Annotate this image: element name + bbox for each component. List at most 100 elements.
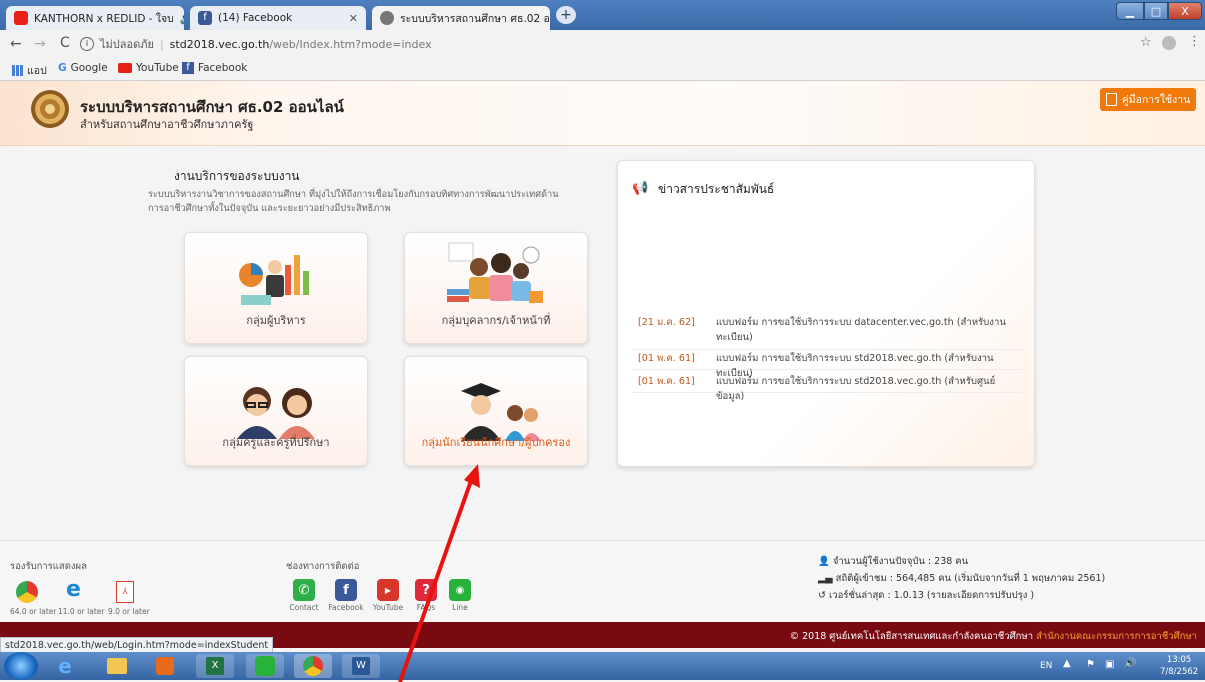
contact-links: ✆ Contact f Facebook ▶ YouTube ? FAQs ◉ … — [284, 579, 514, 621]
bookmark-apps[interactable]: แอป — [12, 62, 47, 79]
taskbar-ie[interactable]: e — [46, 654, 84, 678]
new-tab-button[interactable]: + — [556, 6, 576, 24]
close-window-button[interactable]: X — [1168, 2, 1202, 20]
forward-arrow-icon[interactable]: → — [34, 36, 46, 52]
news-date: [01 พ.ค. 61] — [638, 376, 695, 387]
ministry-seal-logo — [31, 90, 69, 128]
menu-kebab-icon[interactable]: ⋮ — [1188, 34, 1201, 49]
copyright-text: © 2018 ศูนย์เทคโนโลยีสารสนเทศและกำลังคนอ… — [790, 629, 1197, 644]
youtube-favicon-icon — [14, 11, 28, 25]
news-date: [21 ม.ค. 62] — [638, 317, 695, 328]
security-label: ไม่ปลอดภัย — [100, 38, 154, 51]
taskbar-explorer[interactable] — [98, 654, 136, 678]
youtube-icon: ▶ — [377, 579, 399, 601]
pdf-icon: ⅄ — [116, 581, 134, 603]
bookmarks-bar: แอป G Google YouTube f Facebook — [0, 58, 1205, 81]
card-teachers[interactable]: กลุ่มครูและครูที่ปรึกษา — [184, 356, 368, 466]
url-host: std2018.vec.go.th — [169, 37, 270, 51]
version-row: ↺ เวอร์ชั่นล่าสุด : 1.0.13 (รายละเอียดกา… — [818, 587, 1105, 604]
services-description: ระบบบริหารงานวิชาการของสถานศึกษา ที่มุ่ง… — [148, 188, 598, 216]
divider: | — [159, 37, 164, 51]
reload-icon[interactable]: C — [60, 35, 70, 51]
line-app-icon — [255, 656, 275, 676]
news-item[interactable]: [21 ม.ค. 62] แบบฟอร์ม การขอใช้บริการระบบ… — [632, 312, 1022, 350]
site-footer: รองรับการแสดงผล 64.0 or later e 11.0 or … — [0, 540, 1205, 623]
taskbar-excel[interactable]: X — [196, 654, 234, 678]
windows-start-button[interactable] — [4, 652, 38, 680]
students-graduation-illustration — [461, 383, 541, 441]
address-field[interactable]: i ไม่ปลอดภัย | std2018.vec.go.th /web/In… — [80, 34, 1180, 54]
minimize-button[interactable]: ▁ — [1116, 2, 1144, 20]
tab-active-site[interactable]: ระบบบริหารสถานศึกษา ศธ.02 ออน ✕ — [372, 6, 550, 30]
site-stats: 👤 จำนวนผู้ใช้งานปัจจุบัน : 238 คน ▂▄ สถิ… — [818, 553, 1105, 604]
bookmark-label: Google — [70, 62, 108, 74]
bookmark-google[interactable]: G Google — [58, 62, 108, 74]
clock[interactable]: 13:05 7/8/2562 — [1160, 654, 1198, 678]
tab-youtube[interactable]: KANTHORN x REDLID - ใจบ 🔈 ✕ — [6, 6, 184, 30]
tab-title: ระบบบริหารสถานศึกษา ศธ.02 ออน — [400, 12, 550, 25]
teachers-illustration — [237, 387, 315, 439]
tab-facebook[interactable]: f (14) Facebook ✕ — [190, 6, 366, 30]
taskbar-media[interactable] — [146, 654, 184, 678]
url-path: /web/Index.htm?mode=index — [269, 37, 432, 51]
tray-expand-icon[interactable]: ▲ — [1063, 658, 1071, 669]
facebook-link[interactable]: f Facebook — [326, 579, 366, 612]
bookmark-facebook[interactable]: f Facebook — [182, 62, 247, 74]
contact-label: Facebook — [328, 603, 364, 612]
document-icon — [1105, 93, 1117, 106]
internet-explorer-icon: e — [58, 654, 72, 678]
network-icon[interactable]: ▣ — [1105, 659, 1114, 670]
user-manual-button[interactable]: คู่มือการใช้งาน — [1100, 88, 1196, 111]
site-subtitle: สำหรับสถานศึกษาอาชีวศึกษาภาครัฐ — [80, 118, 254, 131]
contact-link[interactable]: ✆ Contact — [284, 579, 324, 612]
tab-title: KANTHORN x REDLID - ใจบ — [34, 12, 174, 25]
card-label: กลุ่มผู้บริหาร — [246, 314, 306, 327]
profile-avatar[interactable] — [1162, 36, 1176, 50]
news-text[interactable]: แบบฟอร์ม การขอใช้บริการระบบ datacenter.v… — [716, 315, 1018, 345]
browser-version: 64.0 or later — [10, 607, 57, 616]
news-heading: ข่าวสารประชาสัมพันธ์ — [658, 182, 775, 196]
bookmark-label: แอป — [27, 65, 47, 77]
description-line: ระบบบริหารงานวิชาการของสถานศึกษา ที่มุ่ง… — [148, 189, 559, 200]
flag-icon[interactable]: ⚑ — [1086, 659, 1095, 670]
youtube-icon — [118, 63, 132, 73]
card-staff[interactable]: กลุ่มบุคลากร/เจ้าหน้าที่ — [404, 232, 588, 344]
contact-label: Contact — [289, 603, 319, 612]
stat-text[interactable]: เวอร์ชั่นล่าสุด : 1.0.13 (รายละเอียดการป… — [829, 590, 1034, 601]
card-executives[interactable]: กลุ่มผู้บริหาร — [184, 232, 368, 344]
copyright-org-link[interactable]: สำนักงานคณะกรรมการการอาชีวศึกษา — [1036, 631, 1197, 642]
youtube-link[interactable]: ▶ YouTube — [368, 579, 408, 612]
line-link[interactable]: ◉ Line — [440, 579, 480, 612]
news-item[interactable]: [01 พ.ค. 61] แบบฟอร์ม การขอใช้บริการระบบ… — [632, 348, 1022, 379]
word-icon: W — [352, 657, 370, 675]
card-students[interactable]: กลุ่มนักเรียนนักศึกษา/ผู้ปกครอง — [404, 356, 588, 466]
apps-grid-icon — [12, 65, 23, 76]
close-tab-icon[interactable]: ✕ — [343, 12, 358, 25]
back-arrow-icon[interactable]: ← — [10, 36, 22, 52]
bookmark-label: YouTube — [136, 62, 179, 74]
news-panel: 📢 ข่าวสารประชาสัมพันธ์ [21 ม.ค. 62] แบบฟ… — [617, 160, 1035, 467]
news-item[interactable]: [01 พ.ค. 61] แบบฟอร์ม การขอใช้บริการระบบ… — [632, 371, 1022, 402]
language-indicator[interactable]: EN — [1040, 661, 1052, 671]
star-bookmark-icon[interactable]: ☆ — [1140, 35, 1152, 50]
facebook-icon: f — [182, 62, 194, 74]
tab-title: (14) Facebook — [218, 12, 293, 24]
volume-icon[interactable]: 🔊 — [1124, 658, 1136, 669]
facebook-favicon-icon: f — [198, 11, 212, 25]
globe-favicon-icon — [380, 11, 394, 25]
bookmark-youtube[interactable]: YouTube — [118, 62, 179, 74]
news-text[interactable]: แบบฟอร์ม การขอใช้บริการระบบ std2018.vec.… — [716, 374, 1018, 404]
taskbar-line[interactable] — [246, 654, 284, 678]
news-date: [01 พ.ค. 61] — [638, 353, 695, 364]
taskbar-chrome[interactable] — [294, 654, 332, 678]
staff-illustration — [447, 242, 543, 303]
chrome-icon — [16, 581, 38, 603]
maximize-button[interactable]: □ — [1144, 2, 1168, 20]
browser-version: 11.0 or later — [58, 607, 105, 616]
clock-time: 13:05 — [1166, 655, 1192, 665]
google-icon: G — [58, 62, 67, 74]
taskbar-word[interactable]: W — [342, 654, 380, 678]
speaker-icon[interactable]: 🔈 — [180, 12, 184, 25]
user-manual-label: คู่มือการใช้งาน — [1121, 94, 1191, 106]
info-icon[interactable]: i — [80, 37, 94, 51]
